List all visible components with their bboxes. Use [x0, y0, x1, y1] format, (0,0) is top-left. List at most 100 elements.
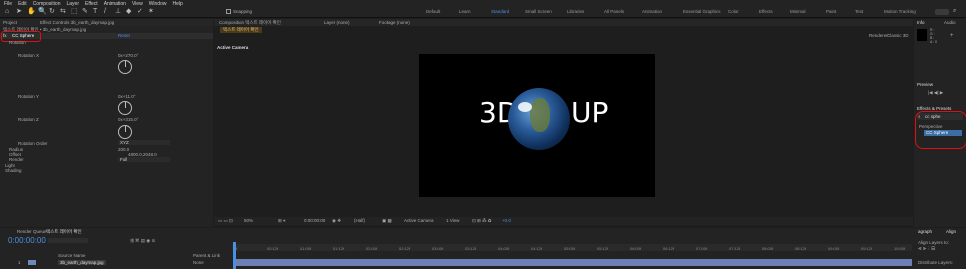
timeline-timecode[interactable]: 0:00:00:00	[8, 236, 46, 245]
camera-select[interactable]: Active Camera	[404, 218, 434, 223]
rotation-y-value[interactable]: 0x+11.0°	[118, 94, 136, 99]
menu-item-composition[interactable]: Composition	[33, 1, 61, 7]
eraser-tool-icon[interactable]: ◆	[126, 8, 131, 16]
rotation-x-value[interactable]: 0x+270.0°	[118, 53, 138, 58]
hand-tool-icon[interactable]: ✋	[27, 8, 36, 16]
snapshot-icon[interactable]: ◉ ❖	[332, 218, 341, 224]
workspace-learn[interactable]: Learn	[459, 9, 471, 14]
resolution-select[interactable]: (Half)	[354, 218, 365, 223]
view-select[interactable]: 1 View	[446, 218, 459, 223]
timeline-switch-icons[interactable]: ⇶ ⌘ ▤ ◉ ⊘	[130, 238, 155, 244]
footer-tools-icon[interactable]: ⊡ ⊞ ⁂ ✿	[472, 218, 492, 224]
home-tool-icon[interactable]: ⌂	[5, 8, 9, 16]
pen-tool-icon[interactable]: ✎	[82, 8, 88, 16]
rotate-tool-icon[interactable]: ↻	[49, 8, 55, 16]
rotation-y-dial[interactable]	[118, 101, 132, 115]
workspace-default[interactable]: Default	[426, 9, 440, 14]
layer-name[interactable]: 3b_earth_daymap.jpg	[58, 260, 106, 265]
tab-effect-controls[interactable]: Effect Controls 3b_earth_daymap.jpg	[40, 20, 114, 25]
menu-item-help[interactable]: Help	[172, 1, 182, 7]
brush-tool-icon[interactable]: /	[104, 8, 106, 16]
layer-bar[interactable]	[236, 259, 912, 266]
time-ruler[interactable]: 0f00:12f01:00f01:12f02:00f02:12f03:00f03…	[232, 244, 912, 251]
row-rotation[interactable]: Rotation	[9, 40, 26, 45]
workspace-libraries[interactable]: Libraries	[567, 9, 584, 14]
tab-composition[interactable]: Composition 텍스트 레이어 확인	[219, 20, 281, 26]
region-icon[interactable]: ▣ ▩	[382, 218, 392, 224]
workspace-animation[interactable]: Animation	[642, 9, 662, 14]
timeline-search[interactable]	[48, 238, 88, 243]
workspace-standard[interactable]: Standard	[491, 9, 509, 14]
renderer-value[interactable]: Classic 3D	[887, 33, 909, 38]
row-rotation-x[interactable]: Rotation X	[18, 53, 39, 58]
orbit-tool-icon[interactable]: ⇆	[60, 8, 66, 16]
menu-item-edit[interactable]: Edit	[18, 1, 27, 7]
earth-sphere	[508, 88, 570, 150]
ruler-tick: 07:12f	[729, 246, 741, 251]
render-select[interactable]: Full	[118, 157, 170, 162]
zoom-tool-icon[interactable]: 🔍	[38, 8, 47, 16]
roto-brush-tool-icon[interactable]: ✓	[137, 8, 143, 16]
comp-canvas[interactable]: 3D UP	[419, 54, 655, 197]
puppet-tool-icon[interactable]: ✶	[148, 8, 154, 16]
workspace-essential-graphics[interactable]: Essential Graphics	[683, 9, 721, 14]
comp-subtab[interactable]: 텍스트 레이어 확인	[220, 27, 262, 33]
search-help-box[interactable]	[935, 9, 949, 15]
tab-preview[interactable]: Preview	[917, 82, 933, 87]
rectangle-tool-icon[interactable]: ⬚	[71, 8, 78, 16]
ruler-tick: 03:12f	[465, 246, 477, 251]
menu-item-layer[interactable]: Layer	[66, 1, 79, 7]
workspace-motion-tracking[interactable]: Motion Tracking	[884, 9, 916, 14]
rotation-z-dial[interactable]	[118, 125, 132, 139]
workspace-minimal[interactable]: Minimal	[790, 9, 806, 14]
menu-item-file[interactable]: File	[4, 1, 12, 7]
rotation-order-select[interactable]: XYZ	[118, 140, 170, 145]
menu-item-effect[interactable]: Effect	[85, 1, 98, 7]
snapping-checkbox[interactable]	[226, 9, 231, 14]
tab-project[interactable]: Project	[3, 20, 17, 25]
playback-controls[interactable]: |◀ ◀| ▶	[928, 90, 943, 96]
row-rotation-z[interactable]: Rotation Z	[18, 117, 39, 122]
ruler-tick: 07:00f	[696, 246, 708, 251]
color-swatch	[917, 29, 927, 41]
menu-item-view[interactable]: View	[132, 1, 143, 7]
clone-stamp-tool-icon[interactable]: ⊥	[115, 8, 121, 16]
tab-timeline-comp[interactable]: 텍스트 레이어 확인	[46, 229, 82, 235]
tab-align[interactable]: Align	[946, 229, 956, 234]
type-tool-icon[interactable]: T	[93, 8, 97, 16]
tab-audio[interactable]: Audio	[944, 20, 956, 25]
workspace-effects[interactable]: Effects	[759, 9, 773, 14]
exposure-value[interactable]: +0.0	[502, 218, 511, 223]
tab-paragraph[interactable]: agraph	[918, 229, 932, 234]
grid-icon[interactable]: ⊞ ⌖	[278, 218, 286, 224]
menu-item-animation[interactable]: Animation	[104, 1, 126, 7]
workspace-color[interactable]: Color	[728, 9, 739, 14]
menu-item-window[interactable]: Window	[149, 1, 167, 7]
rotation-z-value[interactable]: 0x+315.0°	[118, 117, 138, 122]
comp-footer-icons[interactable]: ▭ ▭ ⊡	[218, 218, 233, 224]
tab-info[interactable]: Info	[917, 20, 925, 25]
tab-render-queue[interactable]: Render Queue	[17, 229, 47, 234]
parent-select[interactable]: None	[193, 260, 204, 265]
reset-button[interactable]: Reset	[118, 33, 130, 38]
align-buttons[interactable]: ⫷ ⫸ ⫶ ⊟	[918, 246, 935, 253]
ruler-tick: 10:00f	[894, 246, 906, 251]
ruler-tick: 00:12f	[267, 246, 279, 251]
highlight-ring-effects	[915, 111, 966, 149]
selection-tool-icon[interactable]: ➤	[16, 8, 22, 16]
ruler-tick: 04:12f	[531, 246, 543, 251]
workspace-paint[interactable]: Paint	[826, 9, 836, 14]
workspace-all-panels[interactable]: All Panels	[604, 9, 624, 14]
layer-color-label[interactable]	[28, 260, 36, 265]
workspace-small-screen[interactable]: Small Screen	[525, 9, 552, 14]
current-time[interactable]: 0:00:00:00	[304, 218, 325, 223]
tab-footage[interactable]: Footage (none)	[379, 20, 410, 25]
zoom-select[interactable]: 50%	[244, 218, 253, 223]
row-shading[interactable]: Shading	[5, 168, 22, 173]
search-icon[interactable]: ⌕	[953, 8, 956, 15]
tab-layer[interactable]: Layer (none)	[324, 20, 350, 25]
workspace-text[interactable]: Text	[855, 9, 863, 14]
ruler-tick: 02:12f	[399, 246, 411, 251]
row-rotation-y[interactable]: Rotation Y	[18, 94, 39, 99]
rotation-x-dial[interactable]	[118, 60, 132, 74]
